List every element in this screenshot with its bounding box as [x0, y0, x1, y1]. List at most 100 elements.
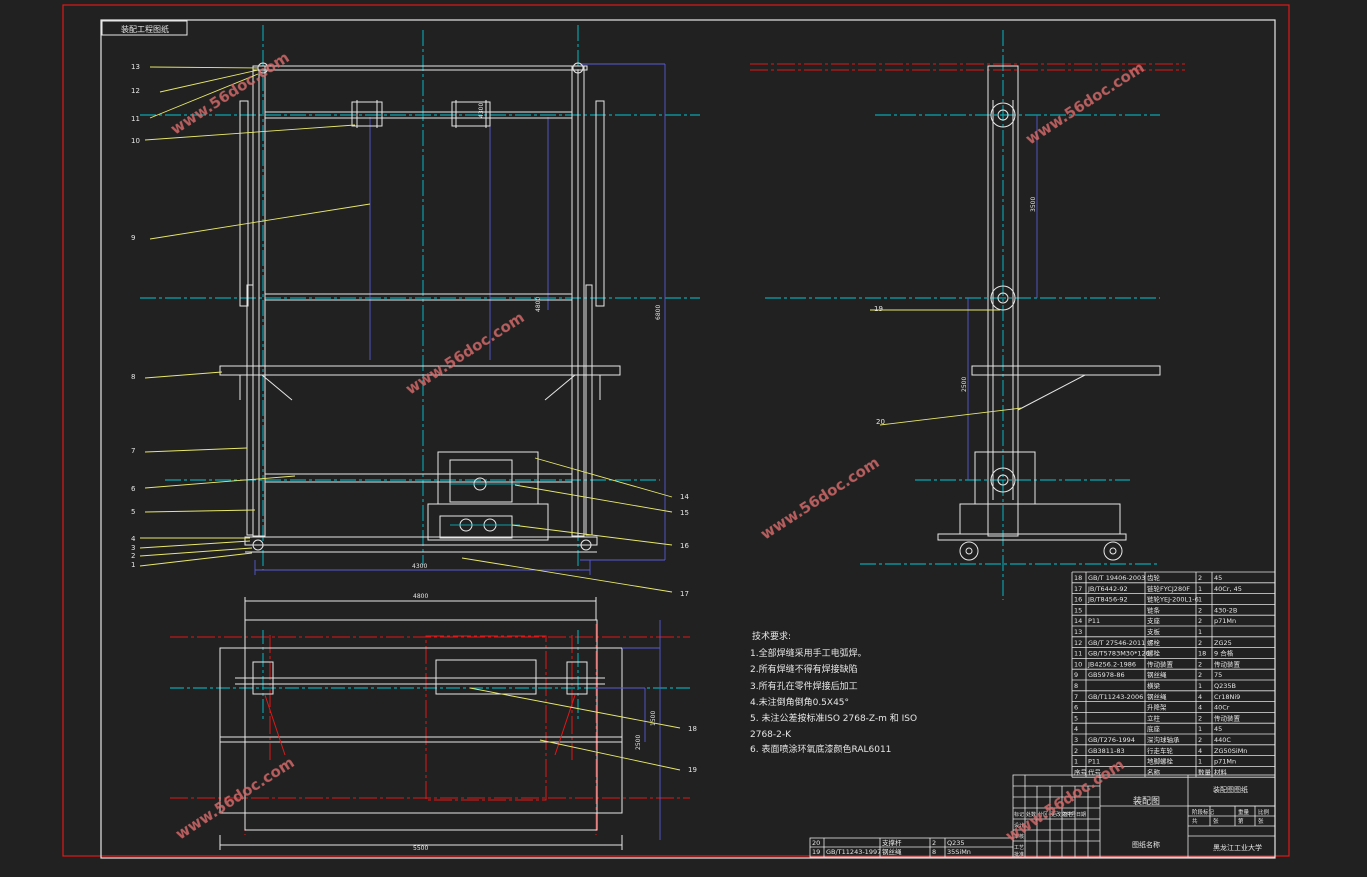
bom-cell: 14	[1074, 617, 1082, 625]
bom-cell: 传动装置	[1147, 659, 1174, 668]
balloon-10: 10	[131, 137, 140, 145]
lower-bom-cell: Q235	[947, 839, 965, 847]
bom-cell: 6	[1074, 704, 1078, 712]
scale-label: 比例	[1258, 808, 1270, 816]
bom-cell: 螺栓	[1147, 649, 1161, 658]
bom-cell: 深沟球轴承	[1147, 735, 1180, 744]
bom-cell: 钢丝绳	[1147, 670, 1167, 679]
dim-front-height-total: 6800	[655, 305, 662, 320]
plan-view: 4800 5500 1500 2500 18 19	[170, 593, 697, 852]
drawing-number: 装配图图纸	[1213, 785, 1248, 794]
balloon-19-side: 19	[874, 305, 883, 313]
rev-date-label: 日期	[1076, 812, 1086, 818]
bom-cell: Q235B	[1214, 682, 1236, 690]
bom-cell: 链轮FYCJ280F	[1147, 584, 1190, 593]
bom-cell: 2	[1198, 639, 1202, 647]
bom-cell: 7	[1074, 693, 1078, 701]
technical-notes: 技术要求: 1.全部焊缝采用手工电弧焊。 2.所有焊缝不得有焊接缺陷 3.所有孔…	[750, 630, 917, 755]
bom-cell: 链轮YEJ-200L1-6	[1147, 595, 1199, 604]
balloon-16: 16	[680, 542, 689, 550]
bom-cell: 13	[1074, 628, 1082, 636]
balloon-15: 15	[680, 509, 689, 517]
note-line: 2.所有焊缝不得有焊接缺陷	[750, 663, 858, 675]
bom-cell: P11	[1088, 758, 1100, 766]
bom-cell: GB/T276-1994	[1088, 736, 1135, 744]
note-line: 2768-2-K	[750, 730, 792, 740]
bom-cell: 75	[1214, 671, 1222, 679]
bom-cell: 升降架	[1147, 703, 1167, 712]
sheet-unit-label: 张	[1213, 817, 1219, 825]
bom-cell: 4	[1074, 725, 1078, 733]
watermark-text: www.56doc.com	[167, 48, 292, 138]
bom-cell: 1	[1198, 596, 1202, 604]
rev-sign-label: 签名	[1063, 811, 1073, 818]
lower-bom-cell: 8	[932, 848, 936, 856]
bom-cell: GB3811-83	[1088, 747, 1125, 755]
balloon-11: 11	[131, 115, 140, 123]
bom-cell: JB/T8456-92	[1087, 596, 1128, 604]
weight-label: 重量	[1238, 808, 1250, 816]
note-line: 6. 表面喷涂环氧底漆颜色RAL6011	[750, 743, 891, 755]
watermark-text: www.56doc.com	[402, 308, 527, 398]
bom-cell: 11	[1074, 650, 1082, 658]
balloon-17: 17	[680, 590, 689, 598]
bom-cell: 齿轮	[1147, 573, 1161, 582]
cad-drawing-canvas: 装配工程图纸 4300 4800 6800 4300 13 12 11 10 9…	[62, 4, 1290, 859]
lower-bom-cell: 钢丝绳	[882, 847, 902, 856]
dim-front-width: 4300	[412, 563, 427, 570]
bom-cell: GB/T 27546-2011	[1088, 639, 1145, 647]
bom-cell: 2	[1198, 714, 1202, 722]
lower-bom-cell: GB/T11243-1997	[826, 848, 881, 856]
bom-cell: 2	[1198, 660, 1202, 668]
bom-cell: p71Mn	[1214, 758, 1236, 766]
bom-cell: 18	[1198, 650, 1206, 658]
side-view: 3500 2500 19 20	[750, 30, 1185, 600]
stage-mark-label: 阶段标记	[1192, 808, 1215, 816]
bom-cell: 1	[1198, 585, 1202, 593]
lower-bom-cell: 19	[812, 848, 820, 856]
notes-title: 技术要求:	[752, 630, 791, 642]
dim-plan-depth-outer: 2500	[635, 735, 642, 750]
bom-cell: 45	[1214, 574, 1222, 582]
bom-cell: 16	[1074, 596, 1082, 604]
bom-cell: 40Cr	[1214, 704, 1230, 712]
dim-side-lower: 2500	[961, 377, 968, 392]
lower-bom-cell: 20	[812, 839, 820, 847]
bom-cell: 17	[1074, 585, 1082, 593]
balloon-2: 2	[131, 552, 135, 560]
balloon-6: 6	[131, 485, 136, 493]
bom-cell: 18	[1074, 574, 1082, 582]
drawing-name: 装配图	[1133, 795, 1160, 807]
balloon-12: 12	[131, 87, 140, 95]
bom-cell: 2	[1198, 617, 1202, 625]
bom-cell: 1	[1198, 725, 1202, 733]
bom-cell: 链条	[1147, 605, 1161, 614]
bom-cell: 传动装置	[1214, 713, 1241, 722]
note-line: 3.所有孔在零件焊接后加工	[750, 680, 858, 692]
bom-cell: 行走车轮	[1147, 746, 1174, 755]
balloon-19-plan: 19	[688, 766, 697, 774]
bom-cell: 支板	[1147, 627, 1161, 636]
bom-cell: Cr18Ni9	[1214, 693, 1240, 701]
bom-cell: 2	[1198, 574, 1202, 582]
bom-cell: 3	[1074, 736, 1078, 744]
lower-bom: 20 支撑杆 2 Q235 19 GB/T11243-1997 钢丝绳 8 35SiMn	[809, 837, 1014, 858]
bom-cell: 10	[1074, 660, 1082, 668]
school-name: 黑龙江工业大学	[1213, 843, 1262, 852]
balloon-1: 1	[131, 561, 135, 569]
dim-plan-depth-inner: 1500	[650, 711, 657, 726]
bom-cell: 12	[1074, 639, 1082, 647]
bom-cell: 螺栓	[1147, 638, 1161, 647]
note-line: 5. 未注公差按标准ISO 2768-Z-m 和 ISO	[750, 712, 917, 724]
bom-cell: 钢丝绳	[1147, 692, 1167, 701]
note-line: 4.未注倒角倒角0.5X45°	[750, 696, 849, 708]
balloon-7: 7	[131, 447, 135, 455]
school-label: 图纸名称	[1132, 840, 1160, 849]
bom-cell: 1	[1198, 682, 1202, 690]
lower-bom-cell: 35SiMn	[947, 848, 971, 856]
bom-cell: 9	[1074, 671, 1078, 679]
sheet-total-label: 共	[1192, 817, 1198, 825]
bom-cell: 9 合格	[1214, 649, 1234, 658]
bom-cell: 2	[1074, 747, 1078, 755]
watermark-text: www.56doc.com	[1022, 58, 1147, 148]
